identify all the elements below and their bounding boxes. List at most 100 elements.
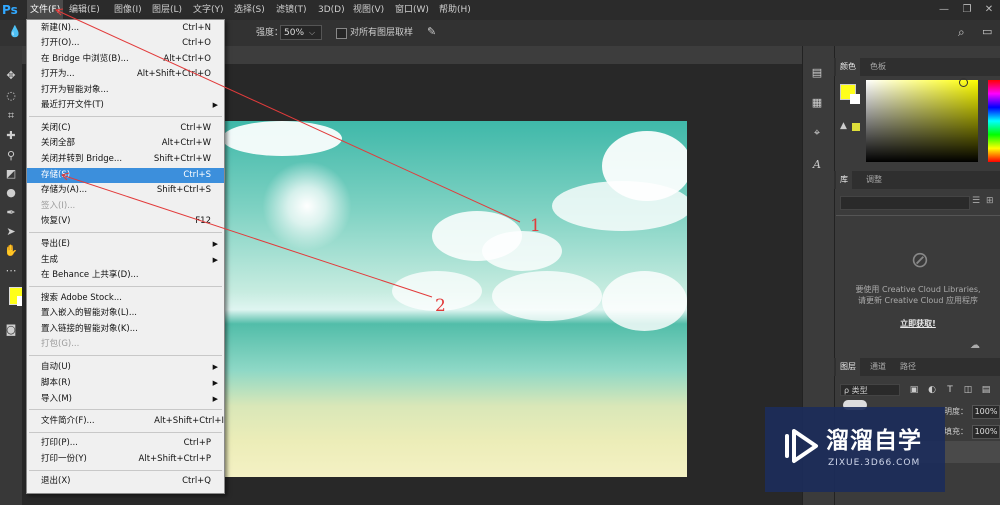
menu-separator <box>29 116 222 117</box>
stamp-tool-icon[interactable]: ⚲ <box>3 148 19 164</box>
layer-filter-dropdown[interactable]: ρ 类型 <box>840 384 900 396</box>
menu-item-import[interactable]: 导入(M) ▶ <box>27 392 224 407</box>
smart-object-filter-icon[interactable]: ▤ <box>980 384 992 396</box>
quick-mask-icon[interactable]: ◙ <box>3 322 19 338</box>
menu-view[interactable]: 视图(V) <box>353 0 384 20</box>
submenu-arrow-icon: ▶ <box>212 256 218 264</box>
get-now-link[interactable]: 立即获取! <box>836 318 1000 329</box>
cloud-sync-icon[interactable]: ☁ <box>970 340 980 351</box>
menu-item-generate[interactable]: 生成 ▶ <box>27 253 224 268</box>
menu-item-new[interactable]: 新建(N)... Ctrl+N <box>27 21 224 36</box>
menu-item-print-one-copy[interactable]: 打印一份(Y) Alt+Shift+Ctrl+P <box>27 452 224 467</box>
chevron-down-icon[interactable]: ⌵ <box>309 25 321 40</box>
adjustment-filter-icon[interactable]: ◐ <box>926 384 938 396</box>
tab-color[interactable]: 颜色 <box>836 58 860 76</box>
menu-item-place-linked[interactable]: 置入链接的智能对象(K)... <box>27 322 224 337</box>
menu-item-share-behance[interactable]: 在 Behance 上共享(D)... <box>27 268 224 283</box>
gamut-color-chip[interactable] <box>852 123 860 131</box>
tab-swatches[interactable]: 色板 <box>870 58 886 76</box>
menu-3d[interactable]: 3D(D) <box>318 0 345 20</box>
color-picker-field[interactable] <box>866 80 978 162</box>
menu-item-open-smart-object[interactable]: 打开为智能对象... <box>27 83 224 98</box>
pixel-filter-icon[interactable]: ▣ <box>908 384 920 396</box>
character-icon[interactable]: A <box>808 156 826 174</box>
workspace-icon[interactable]: ▭ <box>982 25 992 38</box>
menu-item-recent-files[interactable]: 最近打开文件(T) ▶ <box>27 98 224 113</box>
path-select-icon[interactable]: ➤ <box>3 224 19 240</box>
tab-layers[interactable]: 图层 <box>836 358 860 376</box>
menu-edit[interactable]: 编辑(E) <box>69 0 100 20</box>
sample-all-layers-label: 对所有图层取样 <box>350 28 414 38</box>
grid-view-icon[interactable]: ⊞ <box>986 196 994 206</box>
menu-item-save[interactable]: 存储(S) Ctrl+S <box>27 168 224 183</box>
opacity-input[interactable]: 100% <box>972 405 1000 419</box>
menu-separator <box>29 470 222 471</box>
menu-type[interactable]: 文字(Y) <box>193 0 224 20</box>
color-picker-cursor[interactable] <box>959 78 968 87</box>
brush-settings-icon[interactable]: ⌖ <box>808 124 826 142</box>
blur-tool-icon[interactable]: ● <box>3 185 19 201</box>
menu-help[interactable]: 帮助(H) <box>439 0 471 20</box>
sample-all-layers-checkbox[interactable] <box>336 28 347 39</box>
menu-item-file-info[interactable]: 文件简介(F)... Alt+Shift+Ctrl+I <box>27 414 224 429</box>
menu-item-check-in: 签入(I)... <box>41 201 76 211</box>
menu-item-print[interactable]: 打印(P)... Ctrl+P <box>27 436 224 451</box>
menu-item-browse-bridge[interactable]: 在 Bridge 中浏览(B)... Alt+Ctrl+O <box>27 52 224 67</box>
hue-slider[interactable] <box>988 80 1000 162</box>
menu-item-close-all[interactable]: 关闭全部 Alt+Ctrl+W <box>27 136 224 151</box>
search-icon[interactable]: ⌕ <box>958 25 965 40</box>
shape-filter-icon[interactable]: ◫ <box>962 384 974 396</box>
eraser-tool-icon[interactable]: ◩ <box>3 166 19 182</box>
history-icon[interactable]: ▤ <box>808 64 826 82</box>
properties-icon[interactable]: ▦ <box>808 94 826 112</box>
file-menu-dropdown: 新建(N)... Ctrl+N 打开(O)... Ctrl+O 在 Bridge 中… <box>26 19 225 494</box>
color-panel-header: 颜色 色板 <box>834 58 1000 76</box>
library-panel-header: 库 调整 <box>834 171 1000 189</box>
layers-panel-header: 图层 通道 路径 <box>834 358 1000 376</box>
menu-item-open[interactable]: 打开(O)... Ctrl+O <box>27 36 224 51</box>
healing-brush-icon[interactable]: ✚ <box>3 128 19 144</box>
menu-window[interactable]: 窗口(W) <box>395 0 429 20</box>
submenu-arrow-icon: ▶ <box>212 395 218 403</box>
menu-item-open-as[interactable]: 打开为... Alt+Shift+Ctrl+O <box>27 67 224 82</box>
menu-item-automate[interactable]: 自动(U) ▶ <box>27 360 224 375</box>
menu-item-revert[interactable]: 恢复(V) F12 <box>27 214 224 229</box>
close-icon[interactable]: ✕ <box>980 2 998 18</box>
menu-layer[interactable]: 图层(L) <box>152 0 182 20</box>
menu-file[interactable]: 文件(F) <box>27 0 63 20</box>
library-message-line2: 请更新 Creative Cloud 应用程序 <box>857 296 979 305</box>
menu-item-search-stock[interactable]: 搜索 Adobe Stock... <box>27 291 224 306</box>
menu-item-save-as[interactable]: 存储为(A)... Shift+Ctrl+S <box>27 183 224 198</box>
menu-item-close[interactable]: 关闭(C) Ctrl+W <box>27 121 224 136</box>
watermark-title: 溜溜自学 <box>826 428 922 454</box>
restore-icon[interactable]: ❐ <box>958 2 976 18</box>
pen-tool-icon[interactable]: ✒ <box>3 205 19 221</box>
library-dropdown[interactable] <box>840 196 970 210</box>
type-filter-icon[interactable]: T <box>944 384 956 396</box>
menu-item-place-embedded[interactable]: 置入嵌入的智能对象(L)... <box>27 306 224 321</box>
minimize-icon[interactable]: — <box>935 2 953 18</box>
tab-channels[interactable]: 通道 <box>870 358 886 376</box>
pressure-icon[interactable]: ✎ <box>427 25 436 38</box>
blur-tool-icon[interactable]: 💧 <box>8 25 22 39</box>
color-background-swatch[interactable] <box>850 94 860 104</box>
list-view-icon[interactable]: ☰ <box>972 196 980 206</box>
menu-item-close-goto-bridge[interactable]: 关闭并转到 Bridge... Shift+Ctrl+W <box>27 152 224 167</box>
menu-item-scripts[interactable]: 脚本(R) ▶ <box>27 376 224 391</box>
menu-select[interactable]: 选择(S) <box>234 0 265 20</box>
tab-libraries[interactable]: 库 <box>836 171 852 189</box>
tab-paths[interactable]: 路径 <box>900 358 916 376</box>
tab-adjustments[interactable]: 调整 <box>866 171 882 189</box>
move-tool-icon[interactable]: ✥ <box>3 68 19 84</box>
menu-image[interactable]: 图像(I) <box>114 0 142 20</box>
lasso-tool-icon[interactable]: ◌ <box>3 88 19 104</box>
menu-item-exit[interactable]: 退出(X) Ctrl+Q <box>27 474 224 489</box>
menu-filter[interactable]: 滤镜(T) <box>276 0 307 20</box>
divider <box>836 215 1000 216</box>
photoshop-logo: Ps <box>2 3 18 17</box>
menu-item-export[interactable]: 导出(E) ▶ <box>27 237 224 252</box>
hand-tool-icon[interactable]: ✋ <box>3 243 19 259</box>
fill-input[interactable]: 100% <box>972 425 1000 439</box>
crop-tool-icon[interactable]: ⌗ <box>3 108 19 124</box>
more-tools-icon[interactable]: ⋯ <box>3 263 19 279</box>
